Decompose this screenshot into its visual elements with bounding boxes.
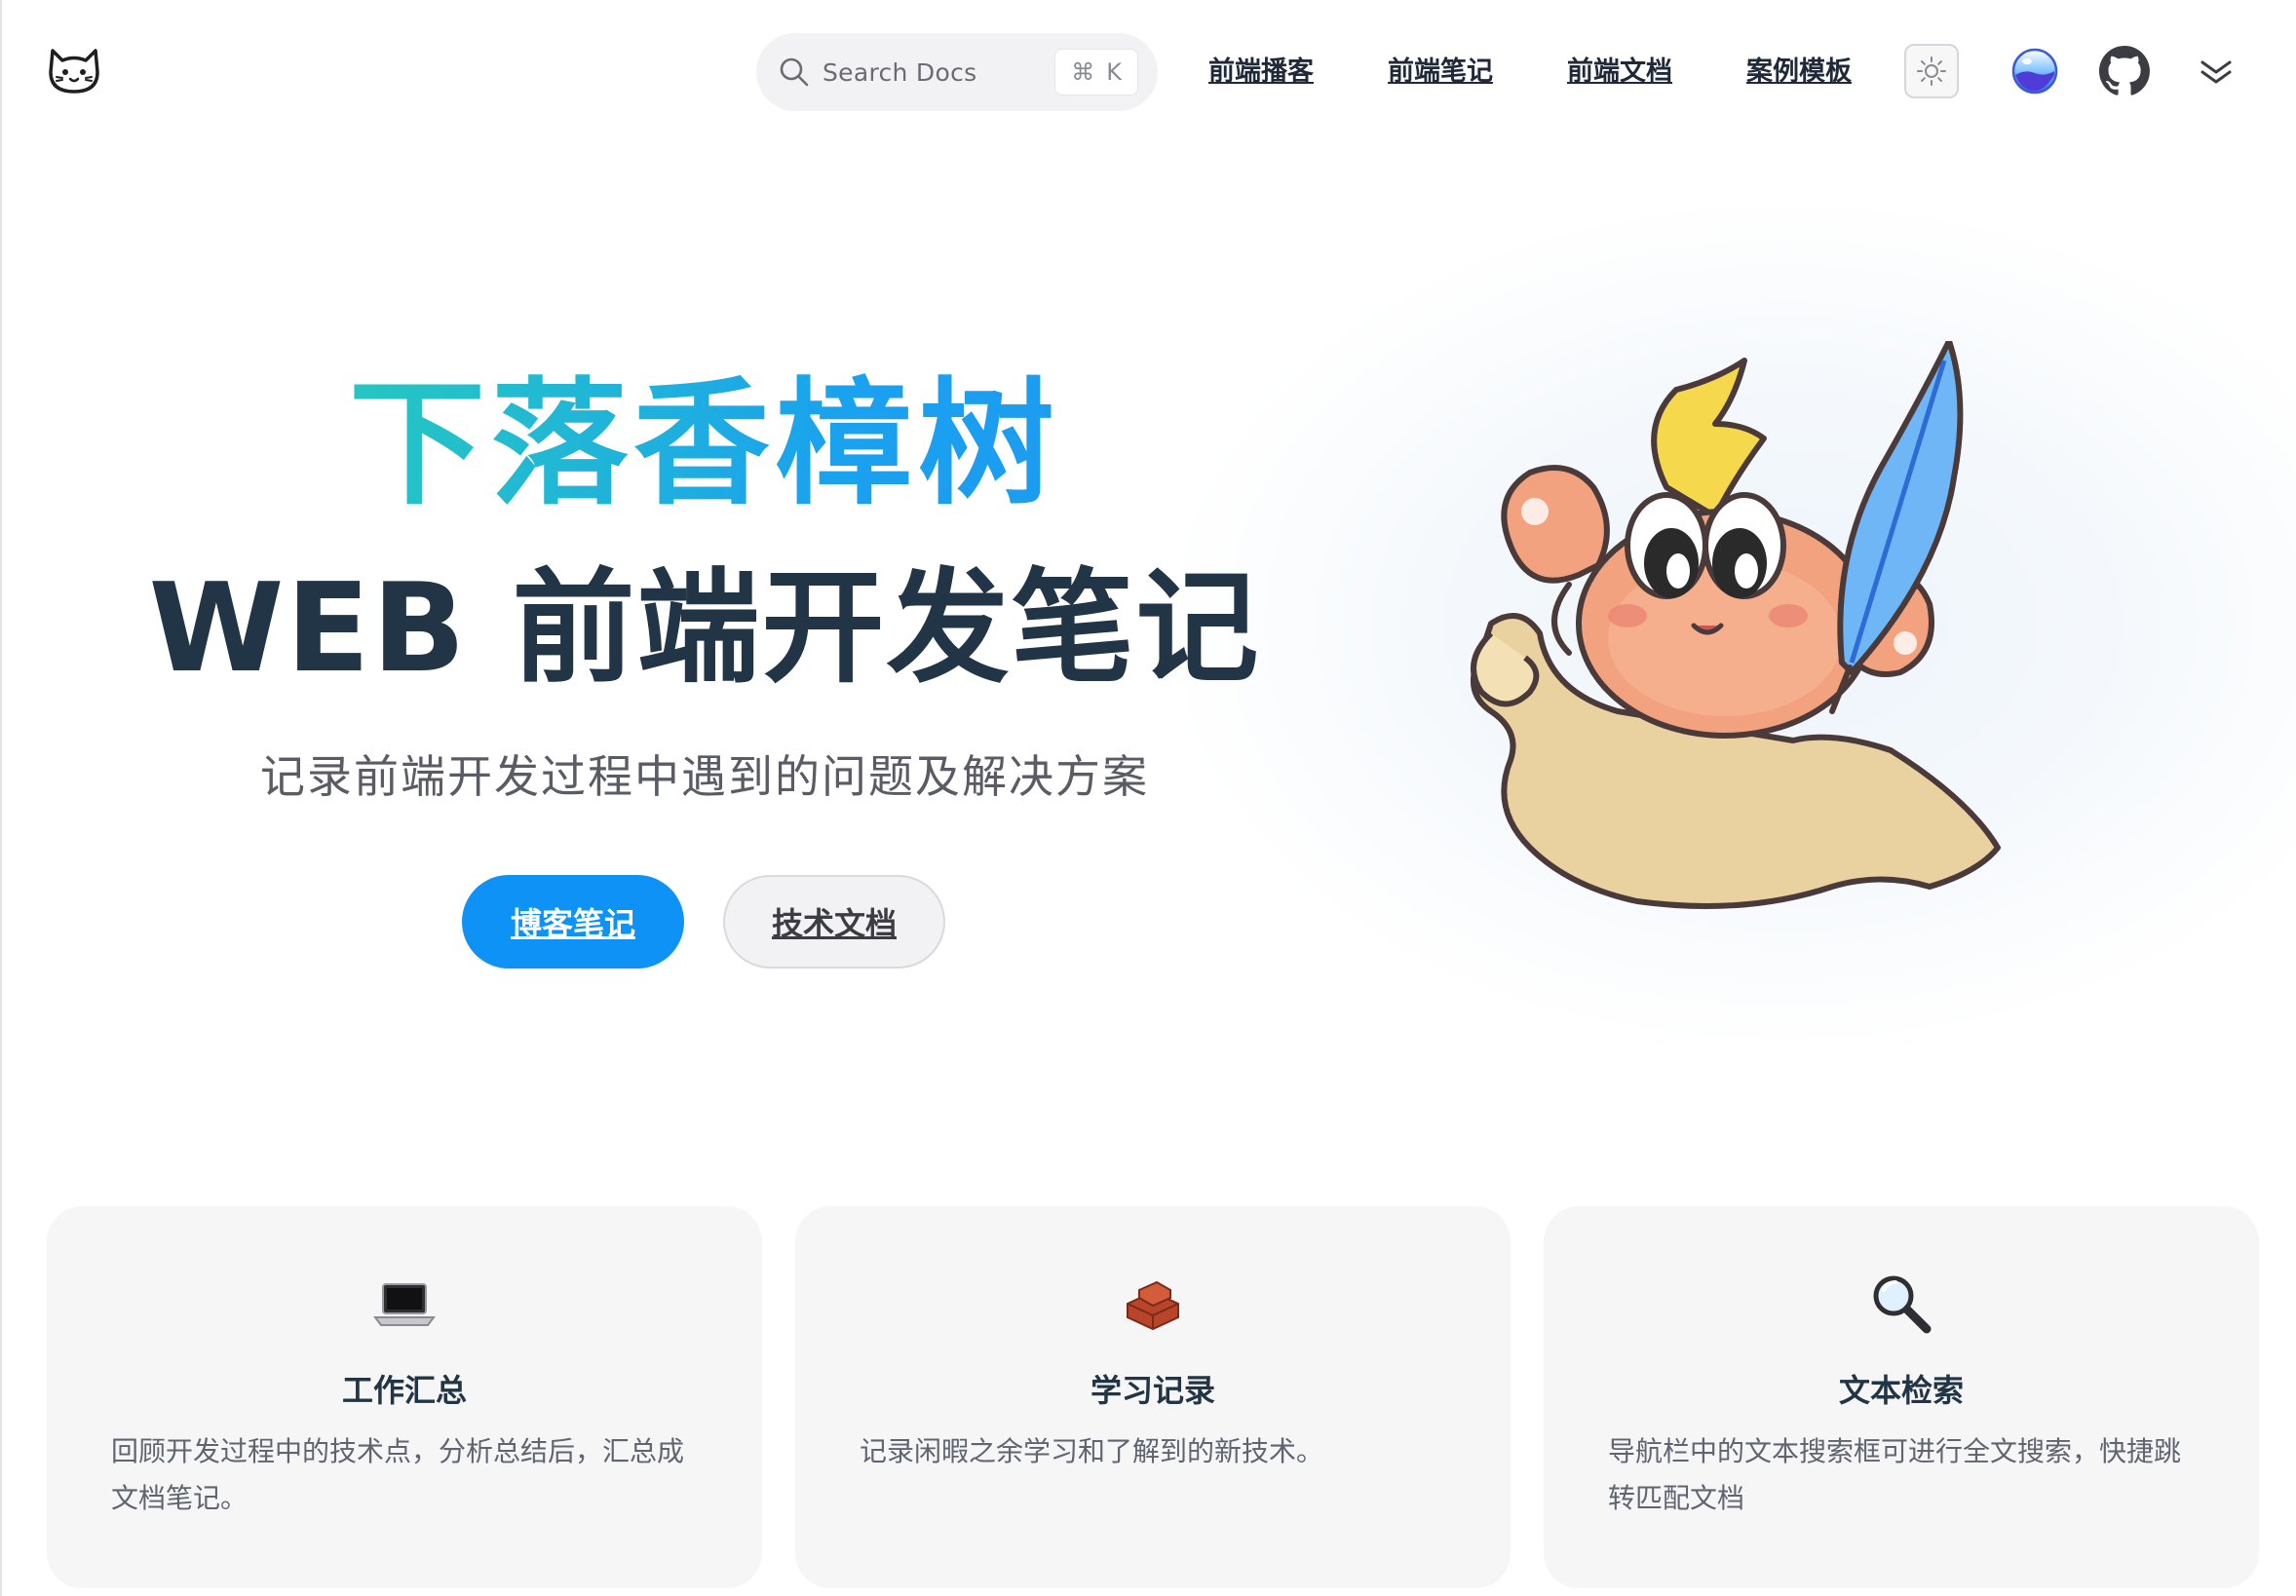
command-key-symbol: ⌘ bbox=[1071, 58, 1095, 86]
sun-icon bbox=[1917, 57, 1946, 86]
search-icon bbox=[780, 57, 809, 87]
feature-detail: 记录闲暇之余学习和了解到的新技术。 bbox=[860, 1435, 1324, 1467]
feature-detail: 回顾开发过程中的技术点，分析总结后，汇总成文档笔记。 bbox=[111, 1435, 685, 1514]
home-page: Search Docs ⌘ K 前端播客 前端笔记 前端文档 案例模板 下落香樟… bbox=[0, 0, 2296, 1596]
nav-link-notes[interactable]: 前端笔记 bbox=[1388, 43, 1524, 101]
feature-title: 工作汇总 bbox=[341, 1372, 467, 1409]
feature-title: 学习记录 bbox=[1090, 1372, 1215, 1409]
tech-docs-button[interactable]: 技术文档 bbox=[723, 875, 945, 969]
hero-text: WEB 前端开发笔记 bbox=[148, 556, 1261, 700]
search-shortcut-badge: ⌘ K bbox=[1054, 49, 1138, 95]
hero-name: 下落香樟树 bbox=[2, 362, 1407, 528]
bricks-icon bbox=[1127, 1280, 1179, 1331]
feature-card-text-search: 文本检索 导航栏中的文本搜索框可进行全文搜索，快捷跳转匹配文档 bbox=[1544, 1206, 2259, 1588]
shortcut-key: K bbox=[1106, 58, 1122, 86]
nav-link-podcast[interactable]: 前端播客 bbox=[1208, 43, 1345, 101]
search-button[interactable]: Search Docs ⌘ K bbox=[756, 33, 1158, 111]
theme-toggle-button[interactable] bbox=[1904, 44, 1959, 98]
cat-logo-icon[interactable] bbox=[45, 41, 103, 99]
github-icon[interactable] bbox=[2099, 46, 2150, 96]
navbar: Search Docs ⌘ K 前端播客 前端笔记 前端文档 案例模板 bbox=[2, 0, 2296, 144]
feature-card-work-summary: 工作汇总 回顾开发过程中的技术点，分析总结后，汇总成文档笔记。 bbox=[47, 1206, 762, 1588]
crab-mascot-image bbox=[1471, 341, 2001, 909]
search-placeholder: Search Docs bbox=[823, 57, 977, 87]
blog-notes-button[interactable]: 博客笔记 bbox=[462, 875, 684, 969]
magnifier-icon bbox=[1873, 1275, 1932, 1334]
nav-link-templates[interactable]: 案例模板 bbox=[1746, 43, 1883, 101]
nav-link-docs[interactable]: 前端文档 bbox=[1567, 43, 1703, 101]
laptop-icon bbox=[373, 1283, 436, 1326]
language-globe-icon[interactable] bbox=[2009, 46, 2060, 96]
feature-card-study-notes: 学习记录 记录闲暇之余学习和了解到的新技术。 bbox=[795, 1206, 1511, 1588]
feature-detail: 导航栏中的文本搜索框可进行全文搜索，快捷跳转匹配文档 bbox=[1608, 1435, 2182, 1514]
feature-title: 文本检索 bbox=[1838, 1372, 1964, 1409]
chevron-double-down-icon[interactable] bbox=[2193, 49, 2239, 95]
hero-tagline: 记录前端开发过程中遇到的问题及解决方案 bbox=[260, 750, 1149, 803]
